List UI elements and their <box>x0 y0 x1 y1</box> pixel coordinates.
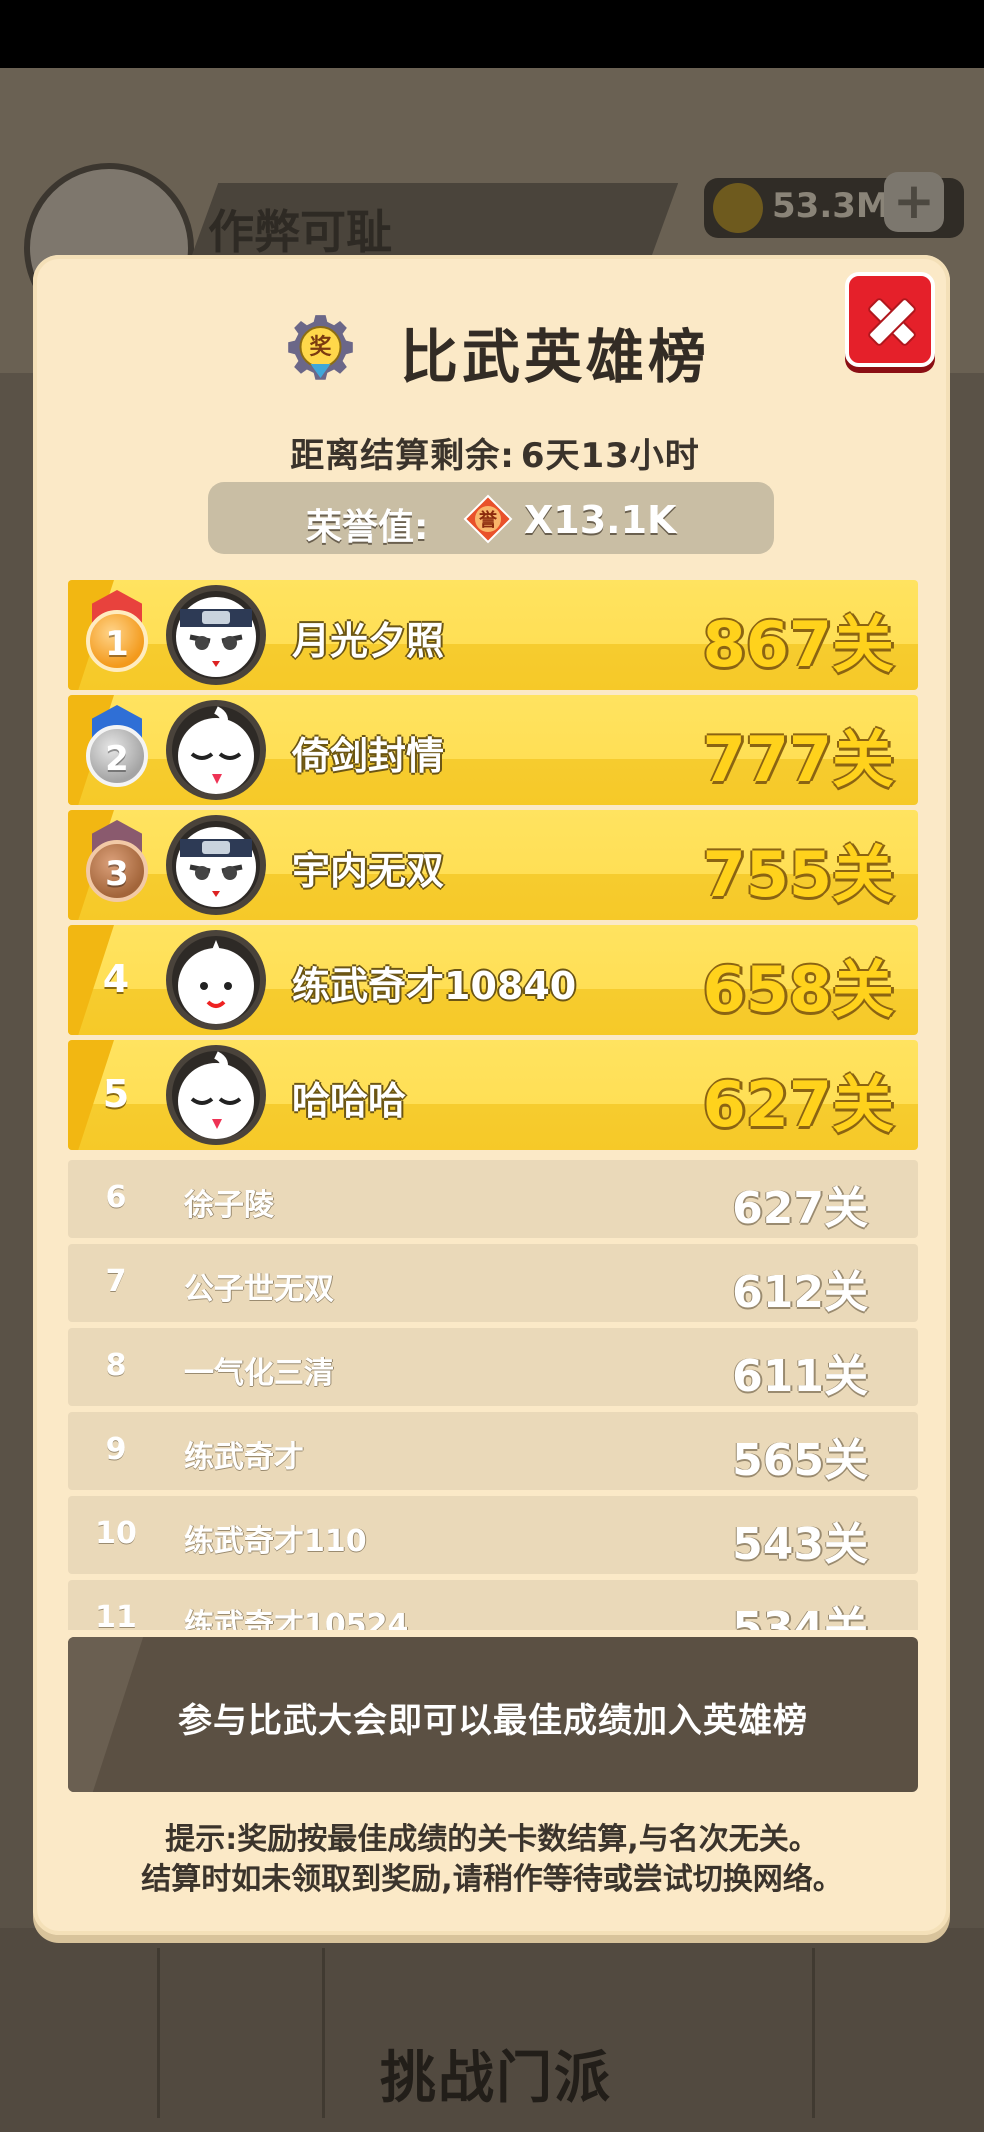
player-score: 611关 <box>732 1351 868 1402</box>
player-name: 月光夕照 <box>292 619 445 663</box>
player-score: 612关 <box>732 1267 868 1318</box>
rank-row[interactable]: 11 练武奇才10524 534关 <box>68 1580 918 1630</box>
player-name: 练武奇才110 <box>184 1524 367 1559</box>
top-rank-row[interactable]: 4 练武奇才10840 658关 <box>68 925 918 1035</box>
settlement-countdown: 距离结算剩余: 6天13小时 <box>0 428 984 477</box>
player-name: 徐子陵 <box>184 1188 274 1223</box>
top-rank-row[interactable]: 1 月光夕照 867关 <box>68 580 918 690</box>
player-avatar <box>166 1045 266 1145</box>
top-rank-row[interactable]: 2 倚剑封情 777关 <box>68 695 918 805</box>
player-name: 公子世无双 <box>184 1272 334 1307</box>
honor-diamond-icon: 誉 <box>463 494 513 544</box>
rank-medal: 3 <box>86 840 148 902</box>
top-rank-row[interactable]: 3 宇内无双 755关 <box>68 810 918 920</box>
player-name: 宇内无双 <box>292 849 445 893</box>
player-score: 627关 <box>732 1183 868 1234</box>
award-gear-icon: 奖 <box>288 315 353 380</box>
rank-medal: 1 <box>86 610 148 672</box>
rank-medal: 2 <box>86 725 148 787</box>
player-score: 777关 <box>702 723 894 796</box>
player-score: 534关 <box>732 1603 868 1630</box>
nav-tab-task <box>0 1948 160 2118</box>
rank-number: 9 <box>105 1432 127 1467</box>
challenge-sect-label: 挑战门派 <box>380 2046 612 2111</box>
nav-tab-helmet <box>655 1948 815 2118</box>
player-score: 658关 <box>702 953 894 1026</box>
player-avatar <box>166 815 266 915</box>
player-name: 倚剑封情 <box>292 734 445 778</box>
rank-number: 8 <box>105 1348 127 1383</box>
rank-number: 4 <box>102 957 130 1001</box>
svg-text:誉: 誉 <box>479 509 498 531</box>
rank-number: 6 <box>105 1180 127 1215</box>
tip-line-1: 提示:奖励按最佳成绩的关卡数结算,与名次无关。 <box>165 1822 819 1857</box>
player-avatar <box>166 930 266 1030</box>
player-name: 哈哈哈 <box>292 1079 407 1123</box>
add-coins-button: + <box>884 172 944 232</box>
coin-icon <box>713 183 763 233</box>
player-avatar <box>166 700 266 800</box>
close-button[interactable] <box>845 272 935 367</box>
rank-number: 11 <box>95 1600 137 1630</box>
player-score: 867关 <box>702 608 894 681</box>
rank-number: 5 <box>102 1072 130 1116</box>
player-name: 练武奇才10840 <box>292 964 577 1008</box>
player-name: 一气化三清 <box>184 1356 334 1391</box>
rank-number: 10 <box>95 1516 137 1551</box>
rank-row[interactable]: 6 徐子陵 627关 <box>68 1160 918 1238</box>
tips-text: 提示:奖励按最佳成绩的关卡数结算,与名次无关。 结算时如未领取到奖励,请稍作等待… <box>0 1820 984 1900</box>
dialog-title: 比武英雄榜 <box>400 323 711 391</box>
rank-row[interactable]: 10 练武奇才110 543关 <box>68 1496 918 1574</box>
player-score: 543关 <box>732 1519 868 1570</box>
rank-list[interactable]: 6 徐子陵 627关 7 公子世无双 612关 8 一气化三清 611关 9 练武奇才 565关 10 练… <box>68 1160 918 1630</box>
player-name: 作弊可耻 <box>208 205 392 259</box>
top-rank-row[interactable]: 5 哈哈哈 627关 <box>68 1040 918 1150</box>
player-name: 练武奇才 <box>184 1440 304 1475</box>
nav-tab-collect <box>820 1948 980 2118</box>
player-name: 练武奇才10524 <box>184 1608 409 1630</box>
countdown-value: 6天13小时 <box>520 436 700 476</box>
player-score: 627关 <box>702 1068 894 1141</box>
rank-row[interactable]: 7 公子世无双 612关 <box>68 1244 918 1322</box>
player-score: 755关 <box>702 838 894 911</box>
countdown-label: 距离结算剩余: <box>290 436 515 476</box>
coin-amount: 53.3M <box>772 186 890 226</box>
nav-tab-train <box>165 1948 325 2118</box>
honor-label: 荣誉值: <box>306 507 429 548</box>
player-avatar <box>166 585 266 685</box>
tip-line-2: 结算时如未领取到奖励,请稍作等待或尝试切换网络。 <box>141 1862 843 1897</box>
honor-value: X13.1K <box>524 498 677 542</box>
rank-row[interactable]: 9 练武奇才 565关 <box>68 1412 918 1490</box>
rank-number: 7 <box>105 1264 127 1299</box>
rank-row[interactable]: 8 一气化三清 611关 <box>68 1328 918 1406</box>
join-banner-text: 参与比武大会即可以最佳成绩加入英雄榜 <box>178 1701 808 1741</box>
join-banner: 参与比武大会即可以最佳成绩加入英雄榜 <box>68 1637 918 1792</box>
svg-text:奖: 奖 <box>309 334 332 360</box>
player-score: 565关 <box>732 1435 868 1486</box>
